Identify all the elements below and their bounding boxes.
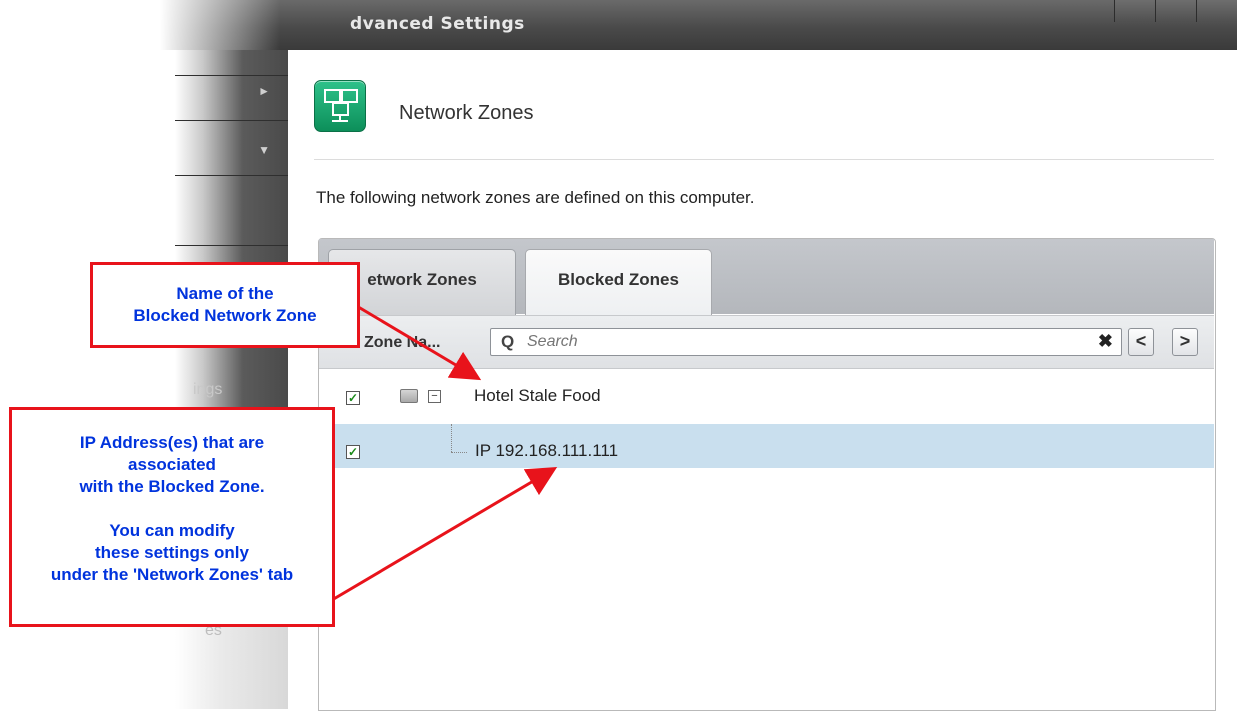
callout-line: Name of the bbox=[176, 284, 274, 303]
callout-line: associated bbox=[128, 455, 216, 474]
network-zones-icon bbox=[314, 80, 366, 132]
zone-checkbox[interactable]: ✓ bbox=[346, 391, 360, 405]
window-title: dvanced Settings bbox=[350, 14, 525, 34]
title-bar: dvanced Settings bbox=[160, 0, 1237, 50]
callout-line: Blocked Network Zone bbox=[133, 306, 317, 325]
search-box[interactable]: Q ✖ bbox=[490, 328, 1122, 356]
ip-address: IP 192.168.111.111 bbox=[475, 441, 619, 460]
sidebar-item-label[interactable]: ings bbox=[193, 381, 222, 399]
sidebar-divider bbox=[175, 175, 288, 176]
tree-connector bbox=[451, 452, 467, 453]
tree-connector bbox=[451, 424, 452, 452]
tab-blocked-zones[interactable]: Blocked Zones bbox=[525, 249, 712, 315]
callout-line: You can modify bbox=[109, 521, 235, 540]
column-header-zone-name[interactable]: Zone Na... bbox=[364, 334, 440, 352]
tab-label: etwork Zones bbox=[367, 270, 477, 289]
previous-button[interactable]: < bbox=[1128, 328, 1154, 356]
search-input[interactable] bbox=[527, 332, 1067, 352]
folder-icon bbox=[400, 389, 418, 403]
minimize-button[interactable] bbox=[1114, 0, 1155, 22]
callout-zone-name: Name of the Blocked Network Zone bbox=[90, 262, 360, 348]
sidebar-divider bbox=[175, 245, 288, 246]
callout-line: under the 'Network Zones' tab bbox=[50, 565, 294, 584]
callout-line: with the Blocked Zone. bbox=[79, 477, 265, 496]
tab-label: Blocked Zones bbox=[558, 270, 679, 289]
table-row-selected[interactable] bbox=[319, 424, 1214, 468]
window-controls bbox=[1114, 0, 1237, 22]
header-divider bbox=[314, 159, 1214, 160]
clear-icon[interactable]: ✖ bbox=[1098, 331, 1113, 352]
expand-arrow-icon[interactable]: ► bbox=[258, 84, 270, 98]
sidebar-divider bbox=[175, 120, 288, 121]
callout-line bbox=[12, 498, 332, 520]
zone-name: Hotel Stale Food bbox=[474, 386, 601, 405]
ip-checkbox[interactable]: ✓ bbox=[346, 445, 360, 459]
callout-ip-address: IP Address(es) that are associated with … bbox=[9, 407, 335, 627]
next-button[interactable]: > bbox=[1172, 328, 1198, 356]
close-button[interactable] bbox=[1196, 0, 1237, 22]
table-row[interactable] bbox=[319, 374, 1214, 418]
page-title: Network Zones bbox=[399, 102, 534, 124]
page-description: The following network zones are defined … bbox=[316, 188, 755, 207]
collapse-arrow-icon[interactable]: ▼ bbox=[258, 143, 270, 157]
search-icon: Q bbox=[501, 332, 515, 351]
maximize-button[interactable] bbox=[1155, 0, 1196, 22]
callout-line: IP Address(es) that are bbox=[79, 433, 265, 452]
callout-line: these settings only bbox=[95, 543, 249, 562]
sidebar-divider bbox=[175, 75, 288, 76]
collapse-tree-icon[interactable]: − bbox=[428, 390, 441, 403]
